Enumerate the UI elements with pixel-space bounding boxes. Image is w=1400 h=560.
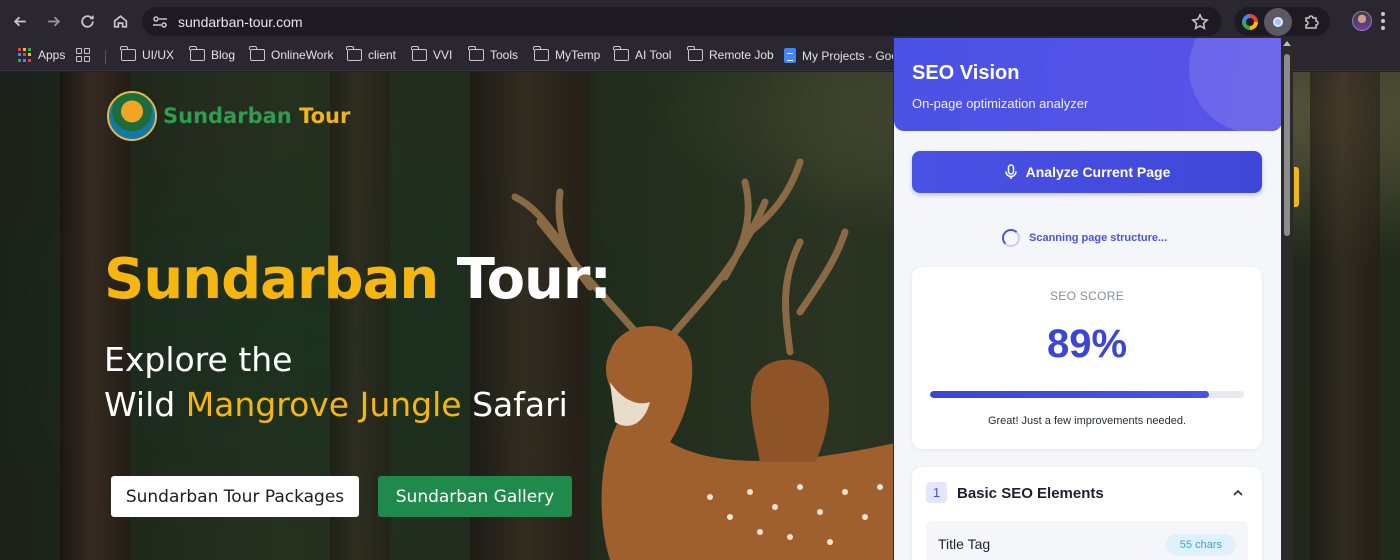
- folder-icon: [468, 46, 484, 61]
- back-arrow-icon: [13, 16, 26, 26]
- browser-menu-button[interactable]: [1381, 12, 1387, 30]
- site-settings-icon[interactable]: [150, 12, 170, 32]
- bookmark-label: VVI: [433, 48, 453, 62]
- chevron-up-icon[interactable]: [1232, 487, 1244, 499]
- bookmark-apps[interactable]: Apps: [18, 48, 65, 62]
- seo-vision-extension-icon[interactable]: [1264, 8, 1292, 36]
- bookmark-label: My Projects - Goo: [802, 48, 899, 63]
- header-decoration: [1189, 38, 1281, 131]
- scroll-thumb[interactable]: [1284, 54, 1290, 236]
- bookmark-folder-uiux[interactable]: UI/UX: [120, 46, 175, 62]
- analyze-button[interactable]: Analyze Current Page: [912, 151, 1262, 193]
- title-tag-row[interactable]: Title Tag 55 chars: [926, 521, 1248, 560]
- loading-spinner-icon: [1002, 229, 1020, 247]
- forward-arrow-icon: [47, 16, 60, 26]
- score-label: SEO SCORE: [1049, 289, 1125, 303]
- score-progress-bar: [930, 391, 1244, 398]
- bookmark-label: Tools: [490, 48, 519, 62]
- bookmark-label: client: [368, 48, 397, 62]
- tour-packages-button[interactable]: Sundarban Tour Packages: [111, 476, 359, 517]
- char-count-badge: 55 chars: [1165, 534, 1236, 556]
- bookmark-folder-onlinework[interactable]: OnlineWork: [249, 46, 334, 62]
- score-message: Great! Just a few improvements needed.: [987, 415, 1187, 427]
- folder-icon: [613, 46, 629, 61]
- bookmark-label: OnlineWork: [271, 48, 334, 62]
- folder-icon: [346, 46, 362, 61]
- profile-avatar[interactable]: [1352, 11, 1372, 31]
- panel-header: SEO Vision On-page optimization analyzer: [894, 38, 1281, 131]
- tiger-logo-icon: [107, 91, 157, 141]
- panel-title: SEO Vision: [912, 62, 1020, 84]
- bookmark-folder-ai-tool[interactable]: AI Tool: [613, 46, 672, 62]
- browser-toolbar: sundarban-tour.com: [0, 0, 1400, 42]
- tab-groups-icon: [76, 48, 90, 62]
- reload-button[interactable]: [75, 9, 99, 33]
- bookmark-label: Apps: [38, 48, 66, 62]
- bookmark-label: Blog: [211, 48, 236, 62]
- bookmark-tab-groups[interactable]: [76, 48, 90, 62]
- address-bar[interactable]: sundarban-tour.com: [142, 7, 1222, 36]
- bookmark-folder-client[interactable]: client: [346, 46, 397, 62]
- gallery-button[interactable]: Sundarban Gallery: [378, 476, 572, 517]
- section-title[interactable]: Basic SEO Elements: [957, 485, 1104, 502]
- bookmark-folder-tools[interactable]: Tools: [468, 46, 519, 62]
- analyze-button-label: Analyze Current Page: [1025, 164, 1171, 180]
- extensions-tray: [1234, 7, 1330, 36]
- score-progress-fill: [930, 391, 1210, 398]
- bookmark-label: AI Tool: [635, 48, 672, 62]
- folder-icon: [249, 46, 265, 61]
- hero-subtitle: Explore the Wild Mangrove Jungle Safari: [104, 340, 568, 424]
- puzzle-extensions-icon[interactable]: [1302, 12, 1322, 32]
- seo-score-card: SEO SCORE 89% Great! Just a few improvem…: [912, 267, 1262, 449]
- bookmark-folder-remote-job[interactable]: Remote Job: [687, 46, 774, 62]
- folder-icon: [687, 46, 703, 61]
- folder-icon: [120, 46, 136, 61]
- microphone-icon: [1004, 164, 1017, 179]
- bookmark-star-icon[interactable]: [1190, 12, 1210, 32]
- bookmark-folder-vvi[interactable]: VVI: [411, 46, 453, 62]
- forward-button[interactable]: [41, 9, 65, 33]
- google-extension-icon[interactable]: [1242, 14, 1258, 30]
- status-text: Scanning page structure...: [1029, 232, 1168, 244]
- page-side-tab[interactable]: [1294, 167, 1299, 207]
- hero-title: Sundarban Tour:: [104, 247, 612, 312]
- panel-scrollbar[interactable]: [1281, 38, 1293, 560]
- bookmark-folder-blog[interactable]: Blog: [189, 46, 236, 62]
- google-docs-icon: [784, 48, 796, 63]
- bookmark-label: UI/UX: [142, 48, 175, 62]
- url-text[interactable]: sundarban-tour.com: [178, 14, 303, 30]
- section-number: 1: [926, 482, 947, 503]
- site-logo[interactable]: Sundarban Tour: [107, 91, 350, 141]
- back-button[interactable]: [8, 9, 32, 33]
- score-value: 89%: [1046, 322, 1128, 366]
- seo-vision-panel: SEO Vision On-page optimization analyzer…: [893, 38, 1281, 560]
- scan-status: Scanning page structure...: [1002, 229, 1167, 247]
- home-button[interactable]: [108, 9, 132, 33]
- tree-trunk: [1310, 72, 1380, 560]
- bookmark-my-projects[interactable]: My Projects - Goo: [784, 48, 898, 63]
- folder-icon: [411, 46, 427, 61]
- bookmark-folder-mytemp[interactable]: MyTemp: [533, 46, 601, 62]
- bookmark-label: MyTemp: [555, 48, 601, 62]
- row-label: Title Tag: [938, 536, 991, 552]
- panel-subtitle: On-page optimization analyzer: [912, 96, 1089, 111]
- home-icon: [113, 14, 127, 28]
- scroll-up-arrow-icon[interactable]: [1283, 41, 1291, 46]
- folder-icon: [533, 46, 549, 61]
- reload-icon: [80, 14, 94, 28]
- bookmarks-divider: [105, 50, 106, 64]
- bookmark-label: Remote Job: [709, 48, 774, 62]
- basic-seo-section: 1 Basic SEO Elements Title Tag 55 chars: [912, 467, 1262, 560]
- apps-grid-icon: [18, 48, 32, 62]
- logo-text: Sundarban Tour: [163, 104, 351, 128]
- folder-icon: [189, 46, 205, 61]
